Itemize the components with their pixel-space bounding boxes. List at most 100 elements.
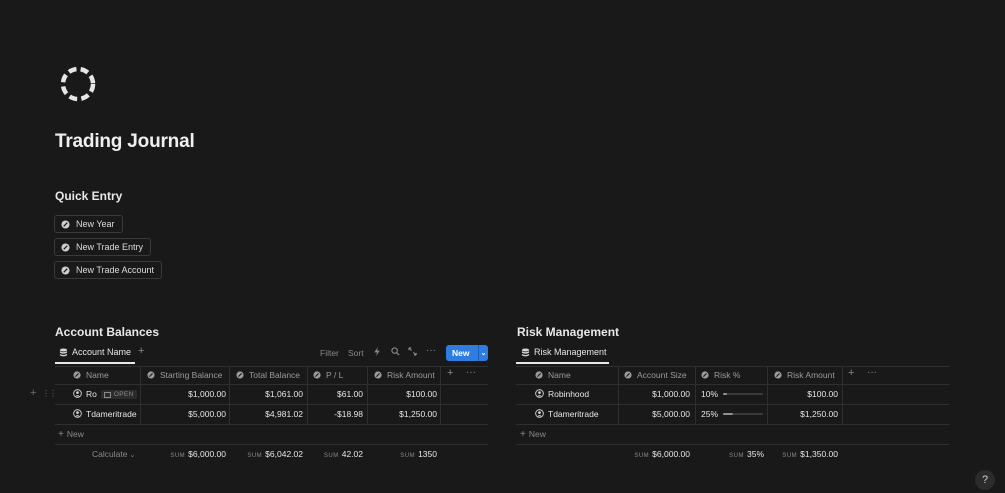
cell-pl[interactable]: -$18.98 [307,409,363,419]
column-header-risk-amount[interactable]: Risk Amount [374,370,435,380]
column-header-total-balance[interactable]: Total Balance [236,370,300,380]
cell-risk-amount[interactable]: $1,250.00 [767,409,838,419]
table-divider [516,366,949,367]
tab-account-name-label: Account Name [72,347,132,357]
column-header-risk-amount[interactable]: Risk Amount [774,370,835,380]
formula-property-icon [701,371,709,379]
column-header-pl[interactable]: P / L [313,370,343,380]
more-options-icon[interactable]: ··· [867,367,877,378]
open-icon [103,391,111,398]
sum-total-balance[interactable]: SUM $6,042.02 [229,449,303,459]
column-header-account-size-label: Account Size [637,370,687,380]
add-property-icon[interactable]: + [848,367,854,379]
add-view-icon[interactable]: + [138,345,144,357]
formula-property-icon [313,371,321,379]
sum-value: $6,000.00 [652,449,690,459]
account-balances-heading: Account Balances [55,325,160,339]
sum-starting-balance[interactable]: SUM $6,000.00 [140,449,226,459]
table-row-name[interactable]: Ro OPEN [73,389,137,400]
title-property-icon [73,371,81,379]
table-row-name[interactable]: Tdameritrade [535,409,599,419]
add-property-icon[interactable]: + [447,367,453,379]
sum-label: SUM [400,453,416,459]
table-row-name[interactable]: Robinhood [535,389,589,399]
table-divider [55,366,488,367]
new-trade-entry-button[interactable]: New Trade Entry [54,238,152,256]
add-row-icon[interactable]: + [30,387,36,399]
column-header-risk-percent[interactable]: Risk % [701,370,740,380]
template-icon [61,219,70,229]
column-header-account-size[interactable]: Account Size [624,370,687,380]
row-name-text: Ro [86,389,97,399]
cell-risk-percent[interactable]: 25% [701,409,718,419]
sum-label: SUM [323,453,339,459]
template-icon [61,265,70,275]
new-record-button[interactable]: New ⌄ [446,345,488,361]
column-header-risk-percent-label: Risk % [714,370,741,380]
row-divider [516,424,949,425]
formula-property-icon [147,371,155,379]
cell-pl[interactable]: $61.00 [307,389,363,399]
add-new-row-button[interactable]: + New [520,429,546,440]
cell-account-size[interactable]: $5,000.00 [618,409,690,419]
new-trade-account-label: New Trade Account [76,265,155,275]
tab-account-name[interactable]: Account Name [59,347,131,357]
page-icon [73,409,82,418]
new-trade-account-button[interactable]: New Trade Account [54,261,163,279]
progress-bar-fill [723,393,727,395]
row-divider [55,384,488,385]
plus-icon: + [58,429,64,440]
dashed-circle-icon [60,66,96,102]
formula-property-icon [374,371,382,379]
tab-risk-management[interactable]: Risk Management [521,347,607,357]
search-icon[interactable] [391,347,400,358]
cell-total-balance[interactable]: $1,061.00 [229,389,303,399]
sum-risk-percent[interactable]: SUM 35% [695,449,764,459]
cell-total-balance[interactable]: $4,981.02 [229,409,303,419]
more-options-icon[interactable]: ··· [426,345,436,356]
add-new-row-button[interactable]: + New [58,429,84,440]
automation-icon[interactable] [373,347,381,358]
formula-property-icon [236,371,244,379]
cell-account-size[interactable]: $1,000.00 [618,389,690,399]
filter-button[interactable]: Filter [320,348,339,358]
table-row-name[interactable]: Tdameritrade [73,409,137,419]
progress-bar [723,393,763,395]
row-divider [516,404,949,405]
column-header-name[interactable]: Name [535,370,571,380]
sum-pl[interactable]: SUM 42.02 [307,449,363,459]
calculate-dropdown[interactable]: Calculate ⌄ [92,449,135,459]
sum-value: 42.02 [341,449,363,459]
open-page-button[interactable]: OPEN [100,390,137,400]
new-trade-entry-label: New Trade Entry [76,242,144,252]
sum-account-size[interactable]: SUM $6,000.00 [618,449,690,459]
cell-risk-amount[interactable]: $1,250.00 [367,409,437,419]
row-divider [516,384,949,385]
drag-handle-icon[interactable]: ⋮⋮ [42,389,57,398]
page-title: Trading Journal [55,131,195,152]
sum-label: SUM [247,453,263,459]
column-header-starting-balance[interactable]: Starting Balance [147,370,222,380]
progress-bar [723,413,763,415]
column-header-risk-amount-label: Risk Amount [787,370,835,380]
add-new-label: New [66,429,84,439]
cell-risk-amount[interactable]: $100.00 [367,389,437,399]
cell-starting-balance[interactable]: $1,000.00 [140,389,226,399]
page-icon [535,389,544,398]
chevron-down-icon[interactable]: ⌄ [479,349,488,357]
cell-risk-percent[interactable]: 10% [701,389,718,399]
new-year-button[interactable]: New Year [54,215,123,233]
sum-risk-amount[interactable]: SUM $1,350.00 [767,449,838,459]
cell-starting-balance[interactable]: $5,000.00 [140,409,226,419]
more-options-icon[interactable]: ··· [466,367,476,378]
new-record-label: New [452,348,470,358]
help-button[interactable]: ? [975,470,995,490]
expand-icon[interactable] [408,347,417,358]
active-tab-indicator [516,362,609,364]
sort-button[interactable]: Sort [348,348,364,358]
column-divider [842,366,843,424]
column-header-name[interactable]: Name [73,370,109,380]
sum-risk-amount[interactable]: SUM 1350 [367,449,437,459]
column-header-name-label: Name [548,370,571,380]
cell-risk-amount[interactable]: $100.00 [767,389,838,399]
